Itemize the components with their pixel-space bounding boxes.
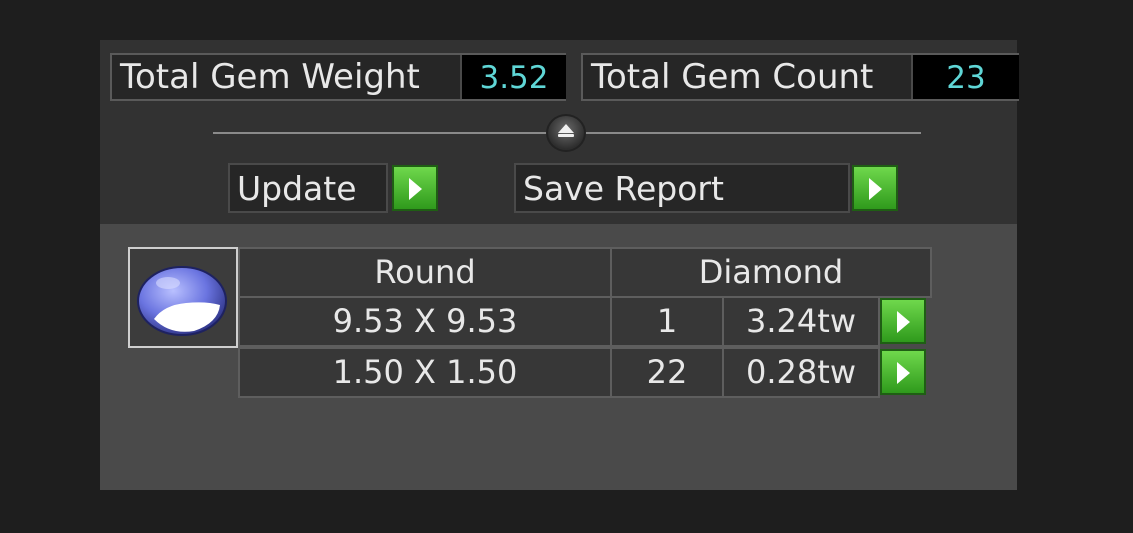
play-icon	[897, 311, 910, 333]
update-label: Update	[237, 169, 357, 208]
table-header-shape: Round	[238, 247, 612, 298]
total-gem-count-label: Total Gem Count	[591, 57, 874, 97]
row-detail-button[interactable]	[880, 349, 926, 395]
gem-thumbnail	[128, 247, 238, 348]
play-icon	[869, 178, 882, 200]
total-gem-weight-value: 3.52	[460, 55, 566, 99]
total-gem-weight-label: Total Gem Weight	[120, 57, 420, 97]
row-detail-button[interactable]	[880, 298, 926, 344]
gem-summary-panel: Total Gem Weight 3.52 Total Gem Count 23…	[100, 40, 1019, 490]
save-report-label: Save Report	[523, 169, 724, 208]
save-report-button[interactable]	[852, 165, 898, 211]
save-report-field[interactable]: Save Report	[514, 163, 850, 213]
table-row-count: 22	[610, 347, 724, 398]
play-icon	[897, 362, 910, 384]
update-field[interactable]: Update	[228, 163, 388, 213]
update-button[interactable]	[392, 165, 438, 211]
table-row-weight: 0.28tw	[722, 347, 880, 398]
table-row-size: 1.50 X 1.50	[238, 347, 612, 398]
total-gem-weight-field: Total Gem Weight 3.52	[110, 53, 566, 101]
total-gem-count-field: Total Gem Count 23	[581, 53, 1019, 101]
round-gem-icon	[137, 266, 227, 336]
table-row-size: 9.53 X 9.53	[238, 296, 612, 347]
play-icon	[409, 178, 422, 200]
table-row-count: 1	[610, 296, 724, 347]
total-gem-count-value: 23	[911, 55, 1019, 99]
table-row-weight: 3.24tw	[722, 296, 880, 347]
collapse-button[interactable]	[546, 114, 586, 152]
table-header-material: Diamond	[610, 247, 932, 298]
